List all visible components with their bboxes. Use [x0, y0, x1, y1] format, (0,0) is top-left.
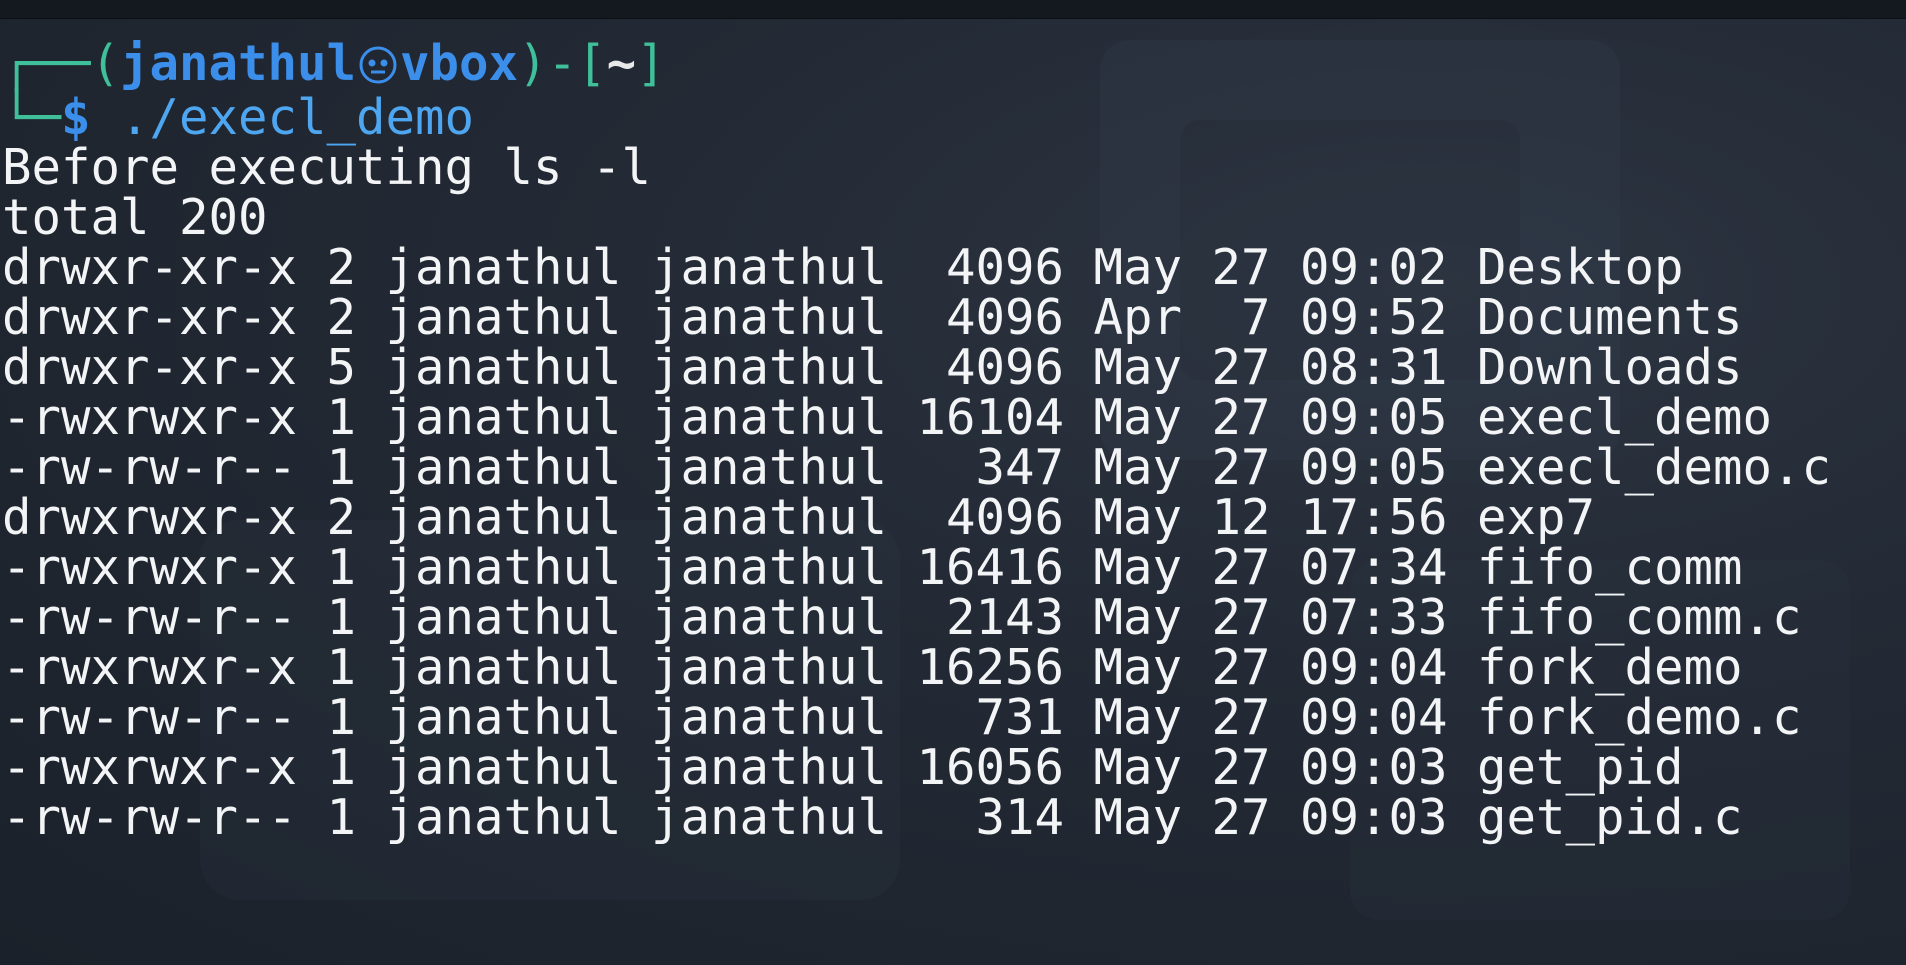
terminal-screen: ┌──(janathul vbox)-[~] └─$ ./execl_demo B…: [0, 0, 1906, 965]
prompt-username: janathul: [120, 35, 357, 92]
prompt-line-1: ┌──(janathul vbox)-[~]: [2, 34, 666, 94]
kali-skull-icon: [359, 46, 397, 84]
prompt-bracket-close: ]: [636, 35, 666, 92]
prompt-hostname: vbox: [400, 35, 519, 92]
prompt-directory: ~: [606, 35, 637, 92]
listing-row: -rw-rw-r-- 1 janathul janathul 314 May 2…: [2, 789, 1743, 846]
terminal-output[interactable]: ┌──(janathul vbox)-[~] └─$ ./execl_demo B…: [0, 18, 1906, 965]
top-panel-bar: [0, 0, 1906, 19]
prompt-bracket-open: )-[: [518, 35, 607, 92]
prompt-corner-top: ┌──(: [2, 35, 121, 92]
